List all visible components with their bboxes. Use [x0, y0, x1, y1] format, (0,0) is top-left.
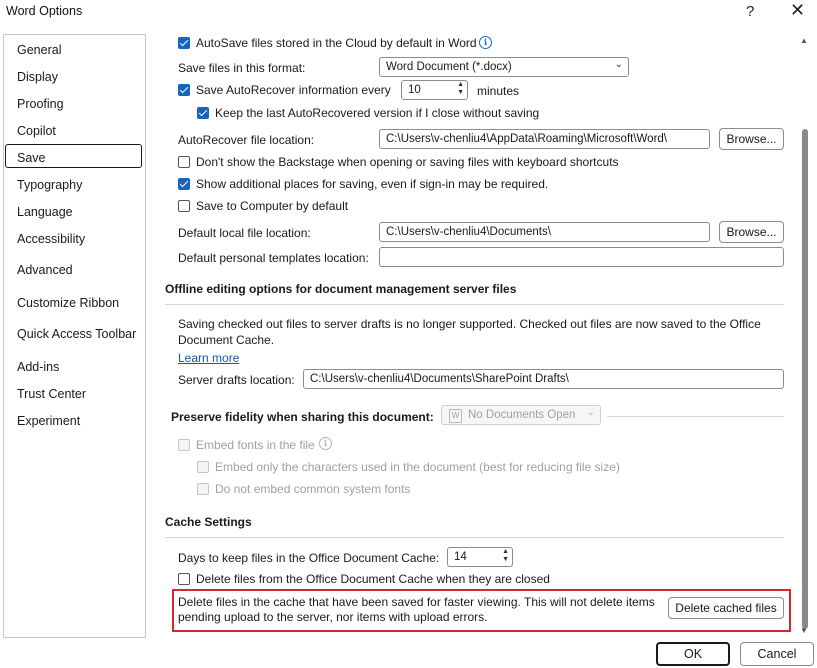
no-common-fonts-checkbox[interactable] — [197, 483, 209, 495]
delete-closed-label: Delete files from the Office Document Ca… — [196, 572, 550, 586]
delete-closed-checkbox[interactable] — [178, 573, 190, 585]
chevron-down-icon: ⌄ — [586, 407, 595, 418]
sidebar-item-language[interactable]: Language — [17, 205, 73, 219]
embed-chars-checkbox[interactable] — [197, 461, 209, 473]
server-drafts-label: Server drafts location: — [178, 373, 295, 387]
sidebar-item-experiment[interactable]: Experiment — [17, 414, 80, 428]
default-local-value: C:\Users\v-chenliu4\Documents\ — [386, 226, 551, 238]
sidebar-item-trust-center[interactable]: Trust Center — [17, 387, 86, 401]
fidelity-heading: Preserve fidelity when sharing this docu… — [171, 410, 434, 424]
learn-more-link[interactable]: Learn more — [178, 351, 239, 365]
cache-days-label: Days to keep files in the Office Documen… — [178, 551, 440, 565]
window-title: Word Options — [6, 4, 83, 18]
sidebar-item-general[interactable]: General — [17, 43, 61, 57]
autorecover-label: Save AutoRecover information every — [196, 83, 391, 97]
keep-last-label: Keep the last AutoRecovered version if I… — [215, 106, 540, 120]
embed-chars-label: Embed only the characters used in the do… — [215, 460, 620, 474]
sidebar-item-typography[interactable]: Typography — [17, 178, 82, 192]
offline-notice: Saving checked out files to server draft… — [178, 317, 761, 347]
cache-days-value: 14 — [454, 551, 467, 563]
spinner-arrows-icon[interactable]: ▲ ▼ — [457, 81, 464, 97]
browse-autorecover-button[interactable]: Browse... — [719, 128, 784, 150]
additional-places-checkbox[interactable] — [178, 178, 190, 190]
autorecover-checkbox[interactable] — [178, 84, 190, 96]
autorecover-location-value: C:\Users\v-chenliu4\AppData\Roaming\Micr… — [386, 133, 668, 145]
sidebar-item-customize-ribbon[interactable]: Customize Ribbon — [17, 296, 119, 310]
format-select[interactable]: Word Document (*.docx) ⌄ — [379, 57, 629, 77]
autorecover-minutes-value: 10 — [408, 84, 421, 96]
info-icon: i — [319, 437, 332, 450]
scroll-down-icon[interactable]: ▼ — [800, 626, 808, 635]
no-common-fonts-label: Do not embed common system fonts — [215, 482, 411, 496]
vertical-scrollbar[interactable]: ▲ ▼ — [800, 32, 812, 636]
server-drafts-value: C:\Users\v-chenliu4\Documents\SharePoint… — [310, 373, 569, 385]
close-icon[interactable]: ✕ — [790, 0, 805, 21]
sidebar-item-advanced[interactable]: Advanced — [17, 263, 73, 277]
embed-fonts-checkbox[interactable] — [178, 439, 190, 451]
templates-field[interactable] — [379, 247, 784, 267]
category-sidebar: General Display Proofing Copilot Save Ty… — [3, 34, 146, 638]
offline-divider — [165, 304, 784, 305]
scrollbar-thumb[interactable] — [802, 129, 808, 629]
autorecover-minutes-stepper[interactable]: 10 ▲ ▼ — [401, 80, 468, 100]
cache-heading: Cache Settings — [165, 515, 252, 529]
word-document-icon: W — [449, 409, 462, 423]
format-select-value: Word Document (*.docx) — [386, 61, 512, 73]
sidebar-item-accessibility[interactable]: Accessibility — [17, 232, 85, 246]
embed-fonts-label: Embed fonts in the file — [196, 438, 315, 452]
document-select-value: No Documents Open — [468, 409, 576, 421]
info-icon[interactable]: i — [479, 36, 492, 49]
sidebar-item-quick-access-toolbar[interactable]: Quick Access Toolbar — [17, 327, 136, 341]
sidebar-item-copilot[interactable]: Copilot — [17, 124, 56, 138]
additional-places-label: Show additional places for saving, even … — [196, 177, 549, 191]
server-drafts-field[interactable]: C:\Users\v-chenliu4\Documents\SharePoint… — [303, 369, 784, 389]
delete-cache-info: Delete files in the cache that have been… — [178, 595, 655, 624]
cache-divider — [165, 537, 784, 538]
autosave-label: AutoSave files stored in the Cloud by de… — [196, 36, 477, 50]
fidelity-divider — [607, 416, 784, 417]
document-select[interactable]: W No Documents Open ⌄ — [441, 405, 601, 425]
autosave-checkbox[interactable] — [178, 37, 190, 49]
default-local-field[interactable]: C:\Users\v-chenliu4\Documents\ — [379, 222, 710, 242]
title-bar: Word Options ? ✕ — [0, 0, 817, 28]
backstage-checkbox[interactable] — [178, 156, 190, 168]
backstage-label: Don't show the Backstage when opening or… — [196, 155, 619, 169]
sidebar-item-display[interactable]: Display — [17, 70, 58, 84]
save-to-computer-label: Save to Computer by default — [196, 199, 349, 213]
minutes-label: minutes — [477, 84, 520, 98]
keep-last-checkbox[interactable] — [197, 107, 209, 119]
default-local-label: Default local file location: — [178, 226, 311, 240]
sidebar-item-proofing[interactable]: Proofing — [17, 97, 64, 111]
cache-days-stepper[interactable]: 14 ▲ ▼ — [447, 547, 513, 567]
scroll-up-icon[interactable]: ▲ — [800, 36, 808, 45]
sidebar-item-add-ins[interactable]: Add-ins — [17, 360, 59, 374]
templates-label: Default personal templates location: — [178, 251, 369, 265]
chevron-down-icon: ⌄ — [614, 59, 623, 70]
help-icon[interactable]: ? — [746, 3, 754, 20]
sidebar-item-save[interactable]: Save — [17, 151, 46, 165]
format-label: Save files in this format: — [178, 61, 306, 75]
autorecover-location-field[interactable]: C:\Users\v-chenliu4\AppData\Roaming\Micr… — [379, 129, 710, 149]
offline-heading: Offline editing options for document man… — [165, 282, 517, 296]
autorecover-location-label: AutoRecover file location: — [178, 133, 315, 147]
ok-button[interactable]: OK — [656, 642, 730, 666]
spinner-arrows-icon[interactable]: ▲ ▼ — [502, 548, 509, 564]
browse-default-local-button[interactable]: Browse... — [719, 221, 784, 243]
delete-cached-files-button[interactable]: Delete cached files — [668, 597, 784, 619]
save-to-computer-checkbox[interactable] — [178, 200, 190, 212]
cancel-button[interactable]: Cancel — [740, 642, 814, 666]
